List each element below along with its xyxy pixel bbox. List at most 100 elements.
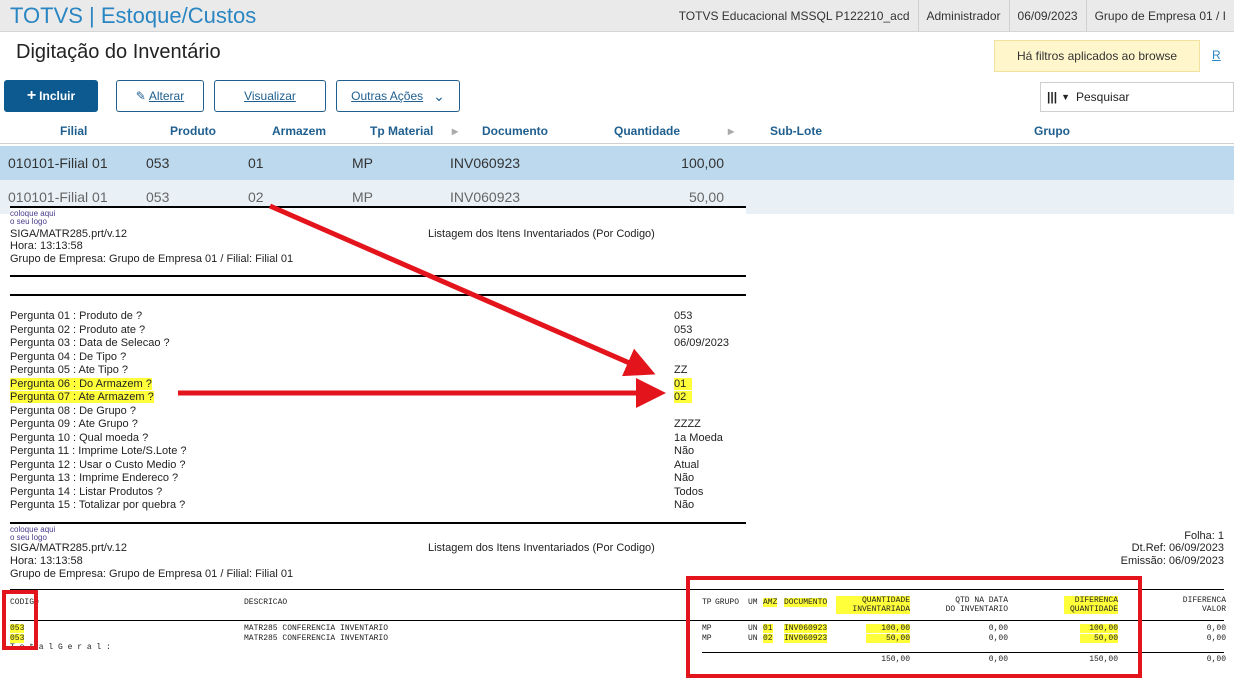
col-dif-valor: DIFERENCA VALOR — [1182, 596, 1226, 614]
caret-down-icon[interactable]: ▼ — [1061, 92, 1070, 102]
header-documento[interactable]: Documento — [482, 124, 548, 138]
question-answer: 01 — [674, 377, 693, 390]
question-row: Pergunta 11 : Imprime Lote/S.Lote ? Não — [10, 445, 746, 459]
alter-button[interactable]: ✎ Alterar — [116, 80, 204, 112]
report-program: SIGA/MATR285.prt/v.12 — [10, 542, 127, 554]
report-title: Listagem dos Itens Inventariados (Por Co… — [428, 228, 655, 240]
question-row: Pergunta 04 : De Tipo ? — [10, 351, 746, 365]
environment-label[interactable]: TOTVS Educacional MSSQL P122210_acd — [671, 0, 918, 32]
question-row: Pergunta 07 : Ate Armazem ? 02 — [10, 391, 746, 405]
top-bar: TOTVS | Estoque/Custos TOTVS Educacional… — [0, 0, 1234, 32]
question-label: Pergunta 14 : Listar Produtos ? — [10, 485, 163, 498]
report-group: Grupo de Empresa: Grupo de Empresa 01 / … — [10, 568, 294, 580]
question-row: Pergunta 15 : Totalizar por quebra ? Não — [10, 499, 746, 513]
header-sub-lote[interactable]: Sub-Lote — [770, 124, 822, 138]
header-filial[interactable]: Filial — [60, 124, 87, 138]
header-tp-material[interactable]: Tp Material — [370, 124, 433, 138]
grid-header: Filial Produto Armazem Tp Material ▸ Doc… — [0, 118, 1234, 144]
search-input[interactable]: Pesquisar — [1076, 90, 1129, 104]
report-parameters: coloque aqui o seu logo SIGA/MATR285.prt/… — [10, 206, 746, 516]
company-label[interactable]: Grupo de Empresa 01 / I — [1085, 0, 1234, 32]
header-armazem[interactable]: Armazem — [272, 124, 326, 138]
page-title: Digitação do Inventário — [16, 41, 221, 63]
question-row: Pergunta 03 : Data de Selecao ? 06/09/202… — [10, 337, 746, 351]
cell-tp-material: MP — [352, 155, 373, 171]
question-row: Pergunta 12 : Usar o Custo Medio ? Atual — [10, 459, 746, 473]
header-quantidade[interactable]: Quantidade — [614, 124, 680, 138]
app-title: TOTVS | Estoque/Custos — [10, 3, 257, 28]
cell-produto: 053 — [146, 189, 170, 205]
table-row[interactable]: 010101-Filial 01 053 01 MP INV060923 100… — [0, 146, 1234, 180]
report-program: SIGA/MATR285.prt/v.12 — [10, 228, 127, 240]
question-answer: Atual — [674, 458, 700, 471]
report-group: Grupo de Empresa: Grupo de Empresa 01 / … — [10, 253, 294, 265]
cell-quantidade: 100,00 — [681, 155, 724, 171]
line-dif-valor: 0,00 — [1206, 624, 1226, 633]
question-label: Pergunta 02 : Produto ate ? — [10, 323, 146, 336]
question-label: Pergunta 07 : Ate Armazem ? — [10, 391, 154, 403]
question-label: Pergunta 10 : Qual moeda ? — [10, 431, 149, 444]
line-dif-valor: 0,00 — [1206, 634, 1226, 643]
plus-icon: + — [26, 87, 37, 104]
cell-tp-material: MP — [352, 189, 373, 205]
report-logo: coloque aqui o seu logo — [10, 209, 56, 226]
question-answer: 06/09/2023 — [674, 337, 730, 349]
question-answer: 053 — [674, 310, 693, 322]
question-label: Pergunta 04 : De Tipo ? — [10, 350, 127, 363]
other-actions-label: Outras Ações — [351, 89, 424, 103]
question-row: Pergunta 05 : Ate Tipo ? ZZ — [10, 364, 746, 378]
report-title: Listagem dos Itens Inventariados (Por Co… — [428, 542, 655, 554]
chevron-down-icon: ⌄ — [433, 87, 445, 104]
total-dif-valor: 0,00 — [1206, 655, 1226, 664]
question-answer: ZZ — [674, 364, 688, 376]
view-label: Visualizar — [244, 89, 296, 103]
question-answer: Não — [674, 445, 695, 457]
question-list: Pergunta 01 : Produto de ? 053 Pergunta 02… — [10, 310, 746, 513]
columns-icon[interactable]: ||| — [1047, 90, 1057, 104]
question-row: Pergunta 09 : Ate Grupo ? ZZZZ — [10, 418, 746, 432]
user-label[interactable]: Administrador — [917, 0, 1009, 32]
header-grupo[interactable]: Grupo — [1034, 124, 1070, 138]
annotation-box-codigo — [2, 590, 38, 650]
filter-link[interactable]: R — [1212, 48, 1221, 62]
question-answer: Não — [674, 472, 695, 484]
annotation-box-quantities — [686, 576, 1142, 678]
cell-produto: 053 — [146, 155, 170, 171]
question-label: Pergunta 03 : Data de Selecao ? — [10, 337, 170, 349]
report-time: Hora: 13:13:58 — [10, 555, 83, 567]
search-box[interactable]: ||| ▼ Pesquisar — [1040, 82, 1234, 112]
other-actions-button[interactable]: Outras Ações ⌄ — [336, 80, 460, 112]
top-info: TOTVS Educacional MSSQL P122210_acd Admi… — [671, 0, 1234, 32]
col-descricao: DESCRICAO — [244, 598, 288, 607]
question-row: Pergunta 14 : Listar Produtos ? Todos — [10, 486, 746, 500]
question-answer: 053 — [674, 323, 693, 336]
header-sep-icon: ▸ — [452, 124, 459, 138]
question-label: Pergunta 09 : Ate Grupo ? — [10, 418, 138, 430]
question-label: Pergunta 15 : Totalizar por quebra ? — [10, 499, 186, 511]
question-answer: Todos — [674, 485, 704, 498]
question-row: Pergunta 08 : De Grupo ? — [10, 405, 746, 419]
question-label: Pergunta 08 : De Grupo ? — [10, 404, 136, 417]
question-answer: 02 — [674, 391, 693, 403]
cell-filial: 010101-Filial 01 — [8, 189, 108, 205]
question-label: Pergunta 12 : Usar o Custo Medio ? — [10, 458, 186, 471]
alter-label: Alterar — [148, 89, 185, 103]
date-label[interactable]: 06/09/2023 — [1008, 0, 1086, 32]
line-descricao: MATR285 CONFERENCIA INVENTARIO — [244, 624, 389, 633]
question-row: Pergunta 01 : Produto de ? 053 — [10, 310, 746, 324]
include-label: Incluir — [39, 89, 76, 103]
question-row: Pergunta 02 : Produto ate ? 053 — [10, 324, 746, 338]
cell-quantidade: 50,00 — [688, 189, 724, 205]
header-produto[interactable]: Produto — [170, 124, 216, 138]
cell-armazem: 02 — [248, 189, 264, 205]
include-button[interactable]: + Incluir — [4, 80, 98, 112]
question-answer: ZZZZ — [674, 418, 701, 430]
line-descricao: MATR285 CONFERENCIA INVENTARIO — [244, 634, 389, 643]
question-label: Pergunta 06 : Do Armazem ? — [10, 377, 152, 390]
question-label: Pergunta 11 : Imprime Lote/S.Lote ? — [10, 445, 187, 457]
cell-documento: INV060923 — [450, 155, 521, 171]
view-button[interactable]: Visualizar — [214, 80, 326, 112]
report-time: Hora: 13:13:58 — [10, 240, 83, 252]
question-answer: 1a Moeda — [674, 431, 723, 444]
header-sep-icon: ▸ — [728, 124, 735, 138]
